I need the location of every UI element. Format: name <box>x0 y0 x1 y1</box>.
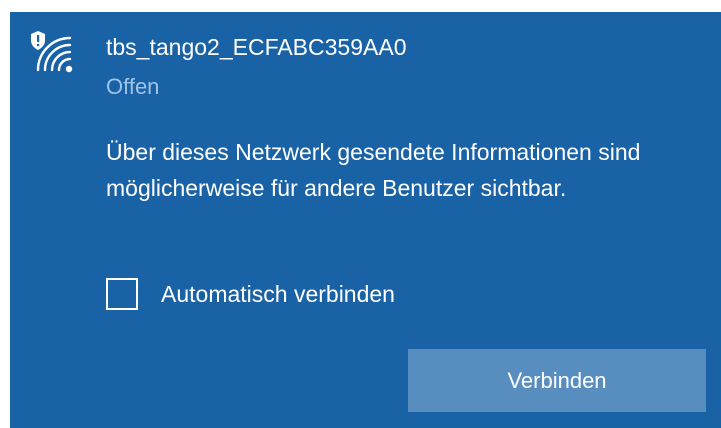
wifi-unsecured-icon <box>30 30 74 74</box>
network-name: tbs_tango2_ECFABC359AA0 <box>106 34 407 60</box>
network-status: Offen <box>106 74 160 99</box>
security-warning: Über dieses Netzwerk gesendete Informati… <box>106 139 641 201</box>
connect-button[interactable]: Verbinden <box>408 349 706 412</box>
auto-connect-option[interactable]: Automatisch verbinden <box>106 276 395 312</box>
auto-connect-label[interactable]: Automatisch verbinden <box>161 281 395 308</box>
wifi-network-panel: tbs_tango2_ECFABC359AA0 Offen Über diese… <box>10 12 721 428</box>
auto-connect-checkbox[interactable] <box>106 278 138 310</box>
